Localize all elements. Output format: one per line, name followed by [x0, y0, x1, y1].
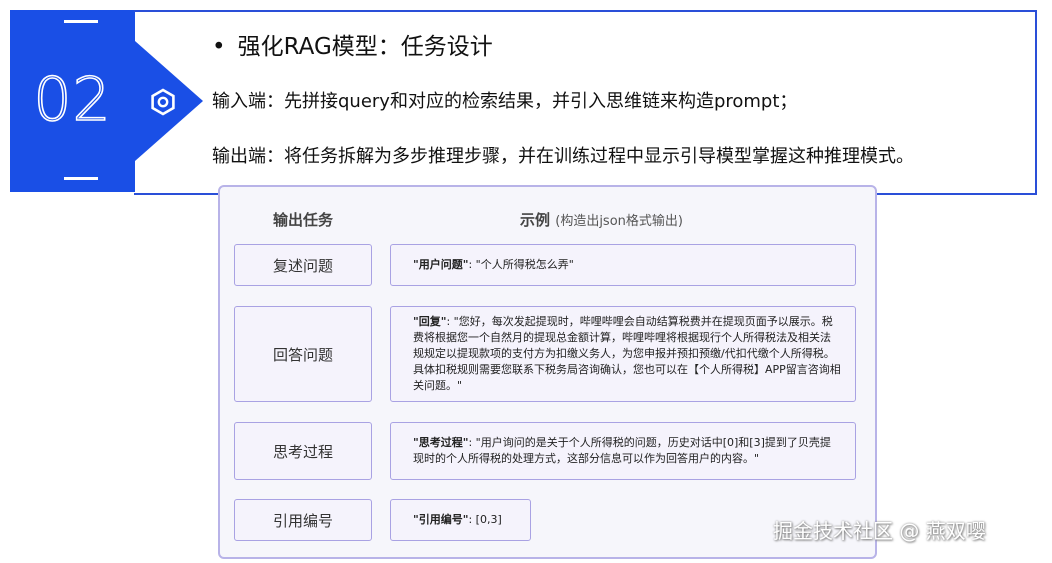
section-number: 02 [33, 65, 112, 135]
example-cell-citation: "引用编号": [0,3] [390, 499, 531, 541]
example-cell-reasoning: "思考过程": "用户询问的是关于个人所得税的问题，历史对话中[0]和[3]提到… [390, 422, 856, 480]
task-table: 输出任务 示例 (构造出json格式输出) 复述问题 "用户问题": "个人所得… [218, 185, 877, 559]
section-number-block: 02 [10, 10, 135, 192]
decor-line-bottom [64, 177, 98, 180]
task-cell-restate: 复述问题 [234, 244, 372, 286]
example-cell-answer: "回复": "您好，每次发起提现时，哔哩哔哩会自动结算税费并在提现页面予以展示。… [390, 306, 856, 402]
column-header-task: 输出任务 [273, 211, 334, 229]
task-cell-answer: 回答问题 [234, 306, 372, 402]
decor-line-top [64, 20, 98, 23]
example-cell-restate: "用户问题": "个人所得税怎么弄" [390, 244, 856, 286]
output-description: 输出端：将任务拆解为多步推理步骤，并在训练过程中显示引导模型掌握这种推理模式。 [212, 146, 914, 167]
task-cell-reasoning: 思考过程 [234, 422, 372, 480]
watermark: 掘金技术社区 @ 燕双嘤 [773, 519, 986, 543]
slide-title: • 强化RAG模型：任务设计 [212, 34, 493, 60]
task-cell-citation: 引用编号 [234, 499, 372, 541]
column-header-example: 示例 (构造出json格式输出) [520, 211, 683, 229]
input-description: 输入端：先拼接query和对应的检索结果，并引入思维链来构造prompt； [212, 91, 798, 112]
